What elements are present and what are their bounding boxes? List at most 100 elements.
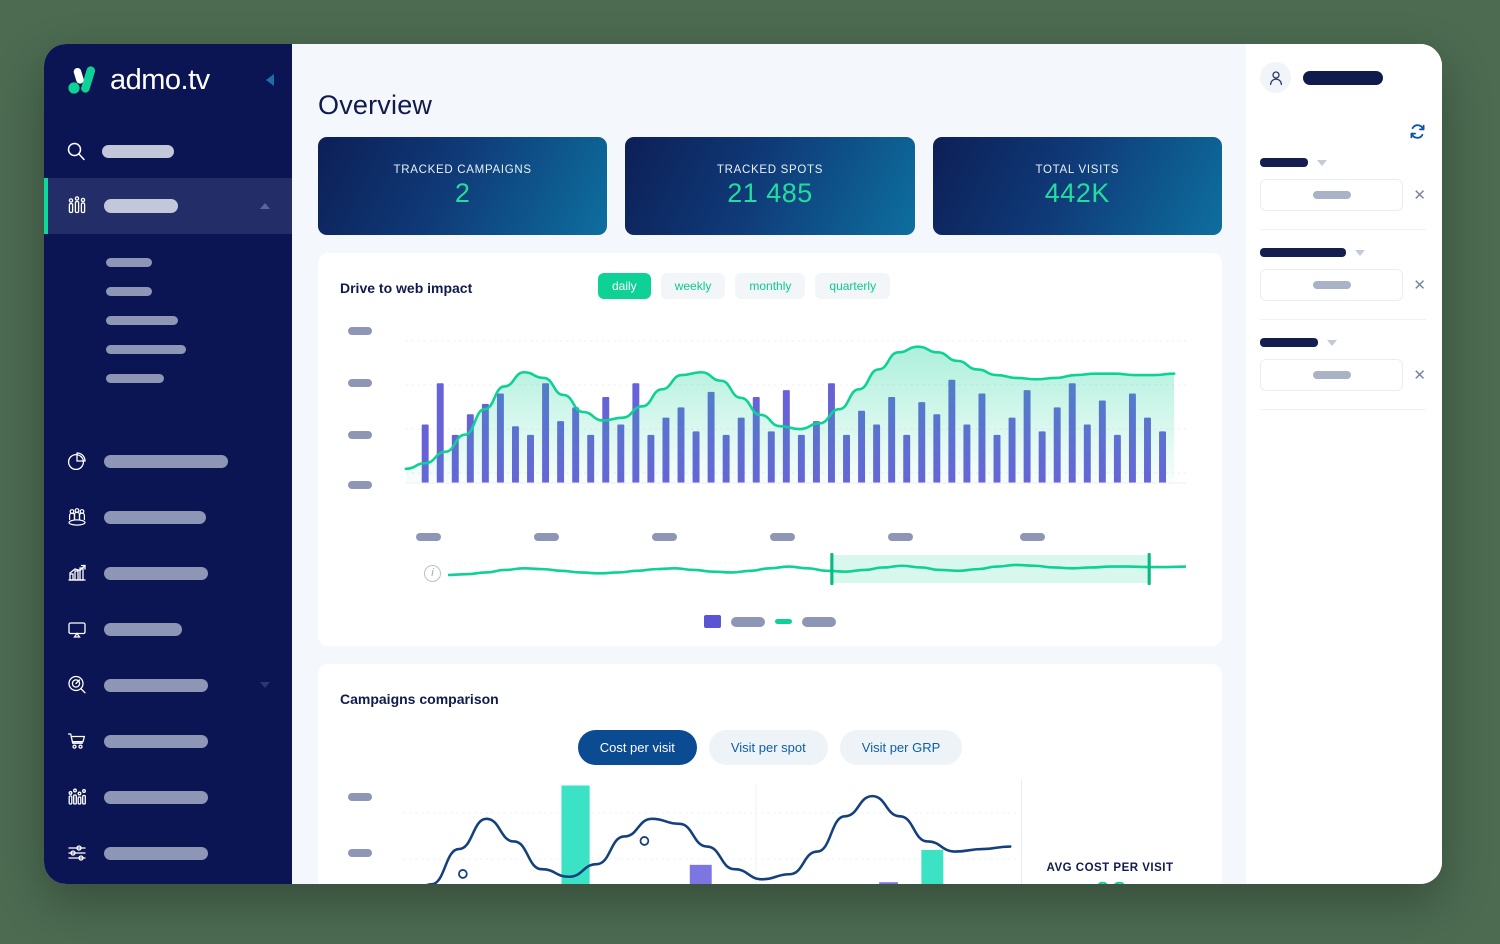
divider [1260, 229, 1426, 230]
close-x-icon[interactable]: ✕ [1413, 278, 1426, 293]
panel-header: Drive to web impact daily weekly monthly… [340, 273, 1200, 303]
sidebar-item-cart[interactable] [44, 713, 292, 769]
sidebar: admo.tv [44, 44, 292, 884]
sidebar-item-target[interactable] [44, 657, 292, 713]
filter-row: ✕ [1260, 179, 1426, 211]
brush-svg[interactable] [446, 549, 1188, 595]
chart-plot-area [394, 323, 1186, 501]
sidebar-subitem[interactable] [44, 335, 292, 364]
filter-header[interactable] [1260, 158, 1426, 167]
legend-bar-swatch [704, 615, 721, 628]
sidebar-item-settings[interactable] [44, 825, 292, 881]
search-placeholder [102, 144, 174, 158]
campaigns-comparison-panel: Campaigns comparison Cost per visit Visi… [318, 664, 1222, 884]
filter-header[interactable] [1260, 248, 1426, 257]
user-avatar-icon [1269, 70, 1282, 85]
legend-line-label [802, 616, 836, 627]
kpi-card-tracked-campaigns: TRACKED CAMPAIGNS 2 [318, 137, 608, 235]
sidebar-item-growth[interactable] [44, 545, 292, 601]
avatar[interactable] [1260, 62, 1291, 93]
filter-header[interactable] [1260, 338, 1426, 347]
filter-group: ✕ [1260, 248, 1426, 301]
sidebar-item-label [104, 846, 208, 860]
filter-row: ✕ [1260, 269, 1426, 301]
filter-group: ✕ [1260, 158, 1426, 211]
tab-visit-per-spot[interactable]: Visit per spot [708, 730, 828, 765]
audience-people-icon [66, 506, 88, 528]
y-axis-labels [340, 323, 382, 523]
drive-to-web-panel: Drive to web impact daily weekly monthly… [318, 253, 1222, 646]
brand-name: admo.tv [110, 63, 210, 96]
tv-screen-icon [66, 618, 88, 640]
kpi-value: 442K [1044, 177, 1110, 208]
tab-quarterly[interactable]: quarterly [815, 273, 891, 299]
kpi-value: 21 485 [727, 177, 813, 208]
brush-plot[interactable] [446, 549, 1188, 595]
user-name [1303, 70, 1383, 85]
sidebar-item-bar-chart[interactable] [44, 769, 292, 825]
avg-label: AVG COST PER VISIT [1046, 862, 1174, 874]
settings-sliders-icon [66, 842, 88, 864]
search-input[interactable] [44, 124, 292, 178]
filter-label [1260, 158, 1308, 167]
sidebar-submenu [44, 234, 292, 411]
panel-title: Drive to web impact [340, 280, 473, 296]
sidebar-item-active[interactable] [44, 178, 292, 234]
divider [1260, 409, 1426, 410]
tab-weekly[interactable]: weekly [660, 273, 726, 299]
brand-logo[interactable]: admo.tv [44, 44, 292, 116]
pie-chart-icon [66, 450, 88, 472]
x-axis-labels [394, 533, 1186, 543]
chevron-down-icon[interactable] [1327, 339, 1337, 346]
tab-visit-per-grp[interactable]: Visit per GRP [839, 730, 963, 765]
content-canvas: Overview TRACKED CAMPAIGNS 2 TRACKED SPO… [292, 44, 1246, 884]
target-search-icon [66, 674, 88, 696]
legend-bar-label [731, 616, 765, 627]
page-root: admo.tv Overview TRACKED CAMPAIGNS 2 TRA… [0, 0, 1500, 944]
filter-label [1260, 248, 1346, 257]
kpi-label: TRACKED CAMPAIGNS [393, 163, 532, 176]
user-row[interactable] [1260, 62, 1426, 93]
filter-select[interactable] [1260, 359, 1404, 391]
range-brush[interactable]: i [340, 549, 1200, 609]
sidebar-subitem[interactable] [44, 277, 292, 306]
filter-select[interactable] [1260, 179, 1404, 211]
chart-svg [404, 340, 1186, 484]
sidebar-item-label [104, 790, 208, 804]
panel-title: Campaigns comparison [340, 691, 499, 707]
sidebar-subitem[interactable] [44, 306, 292, 335]
refresh-button[interactable] [1260, 123, 1426, 140]
chevron-up-icon[interactable] [260, 203, 270, 209]
chevron-down-icon[interactable] [260, 682, 270, 688]
tab-cost-per-visit[interactable]: Cost per visit [577, 730, 697, 765]
sidebar-item-audience[interactable] [44, 489, 292, 545]
info-icon[interactable]: i [424, 565, 441, 582]
sidebar-item-label [104, 622, 182, 636]
sidebar-item-label [104, 454, 228, 468]
chart-svg [403, 785, 1020, 884]
granularity-tabs: daily weekly monthly quarterly [598, 273, 891, 299]
tab-daily[interactable]: daily [598, 273, 651, 299]
chevron-down-icon[interactable] [1355, 249, 1365, 256]
close-x-icon[interactable]: ✕ [1413, 368, 1426, 383]
close-x-icon[interactable]: ✕ [1413, 188, 1426, 203]
kpi-label: TRACKED SPOTS [716, 163, 824, 176]
kpi-card-total-visits: TOTAL VISITS 442K [932, 137, 1222, 235]
bar-chart-icon [66, 786, 88, 808]
shopping-cart-icon [66, 730, 88, 752]
filter-select[interactable] [1260, 269, 1404, 301]
sidebar-item-pie-chart[interactable] [44, 433, 292, 489]
chevron-down-icon[interactable] [1317, 159, 1327, 166]
sidebar-subitem[interactable] [44, 248, 292, 277]
tab-monthly[interactable]: monthly [735, 273, 806, 299]
avg-value: 6€ [1026, 876, 1194, 884]
kpi-value: 2 [454, 177, 471, 208]
metric-tabs: Cost per visit Visit per spot Visit per … [340, 730, 1200, 765]
filter-group: ✕ [1260, 338, 1426, 391]
collapse-left-icon[interactable] [266, 74, 274, 86]
sidebar-item-tv[interactable] [44, 601, 292, 657]
sidebar-subitem[interactable] [44, 364, 292, 393]
drive-to-web-chart [340, 323, 1200, 541]
chart-legend [340, 615, 1200, 628]
